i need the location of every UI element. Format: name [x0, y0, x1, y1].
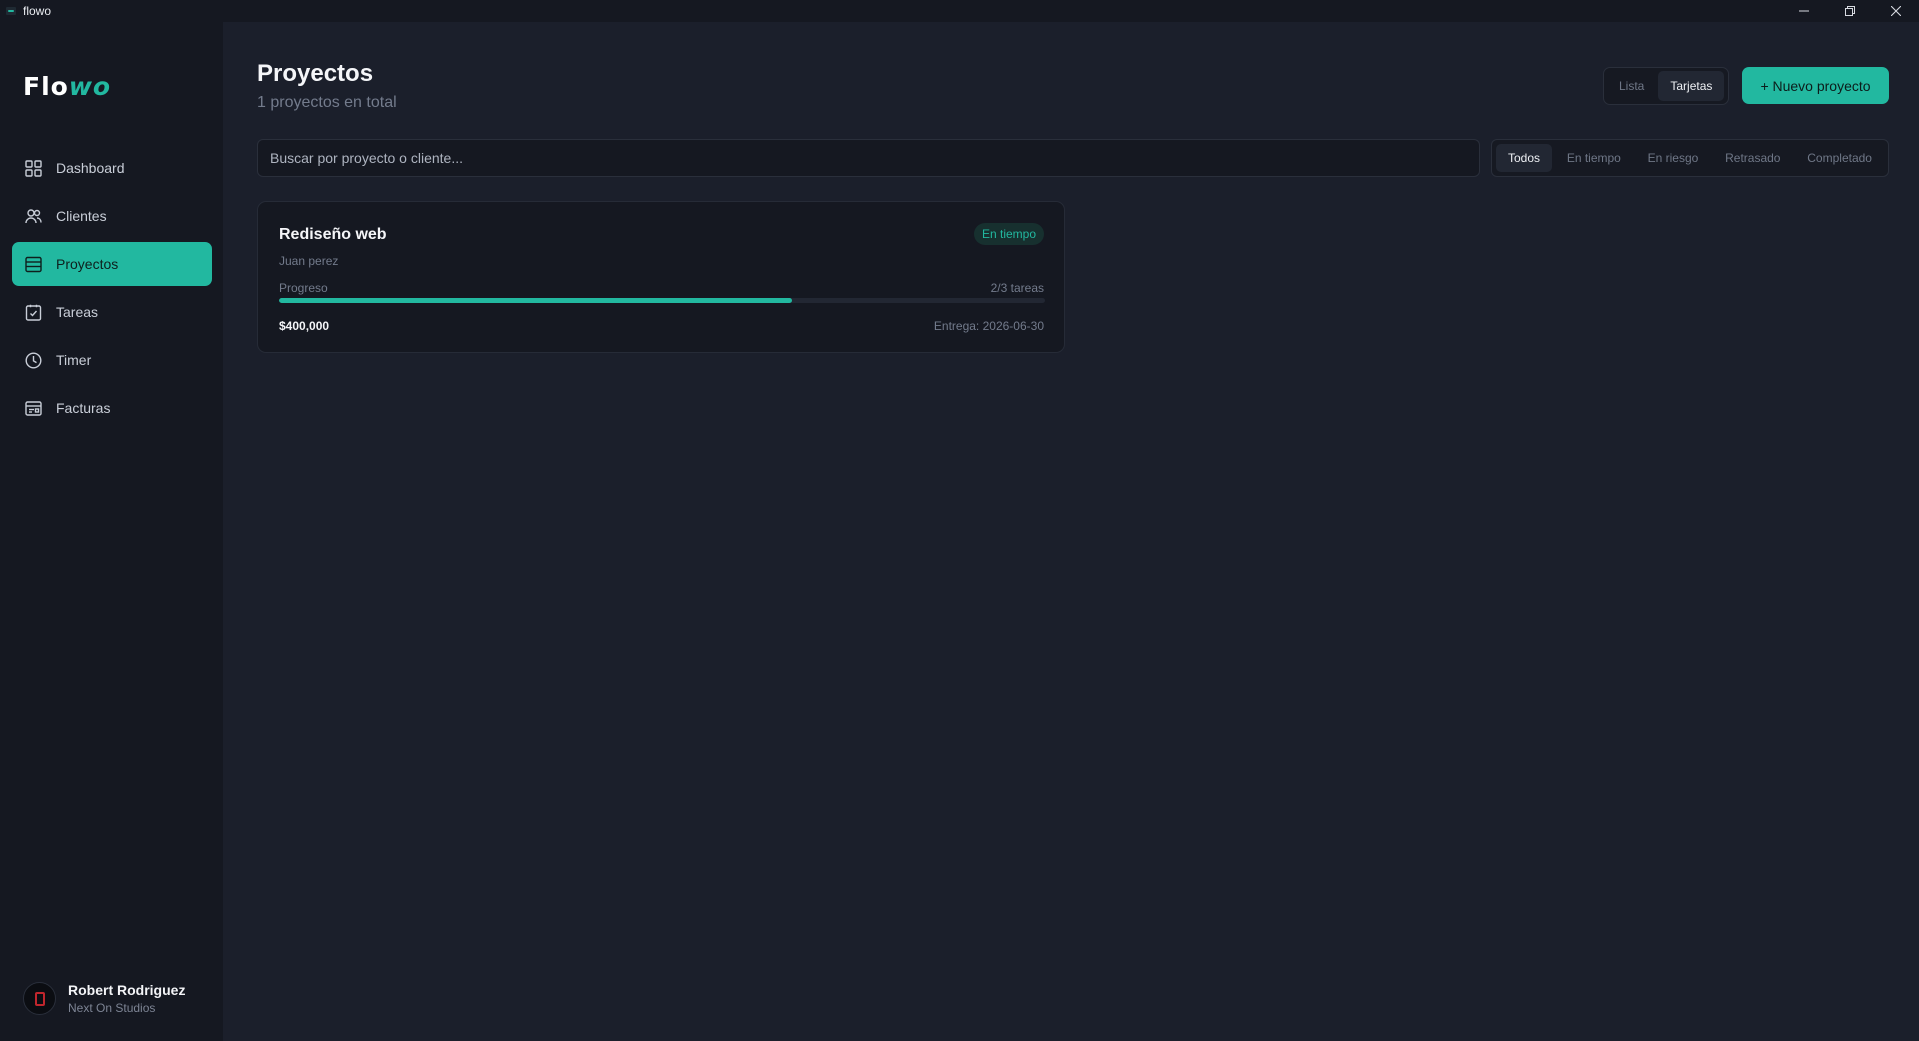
project-client: Juan perez	[279, 254, 339, 268]
view-option-lista[interactable]: Lista	[1607, 71, 1656, 101]
sidebar-nav: Dashboard Clientes Proyectos Tareas Time…	[12, 146, 212, 434]
app-icon	[6, 7, 16, 15]
list-icon	[24, 255, 42, 273]
sidebar-item-label: Clientes	[56, 208, 107, 224]
page-subtitle: 1 proyectos en total	[257, 94, 397, 111]
clipboard-check-icon	[24, 303, 42, 321]
sidebar-item-label: Dashboard	[56, 160, 125, 176]
status-badge: En tiempo	[973, 223, 1044, 245]
close-icon[interactable]	[1873, 0, 1919, 22]
main-content: Proyectos 1 proyectos en total Lista Tar…	[223, 22, 1919, 1041]
view-option-tarjetas[interactable]: Tarjetas	[1658, 71, 1725, 101]
progress-bar	[279, 298, 1045, 303]
view-toggle: Lista Tarjetas	[1603, 67, 1729, 105]
project-amount: $400,000	[279, 319, 330, 333]
status-filter: Todos En tiempo En riesgo Retrasado Comp…	[1491, 139, 1889, 177]
filter-en-tiempo[interactable]: En tiempo	[1555, 144, 1633, 172]
window-titlebar: flowo	[0, 0, 1919, 22]
user-organization: Next On Studios	[68, 1001, 156, 1015]
invoice-icon	[24, 399, 42, 417]
app-logo: Flo wo	[23, 66, 111, 106]
clock-icon	[24, 351, 42, 369]
sidebar-item-tareas[interactable]: Tareas	[12, 290, 212, 334]
users-icon	[24, 207, 42, 225]
grid-icon	[24, 159, 42, 177]
search-input[interactable]	[257, 139, 1480, 177]
sidebar: Flo wo Dashboard Clientes Proyectos Tarea…	[0, 22, 223, 1041]
sidebar-item-label: Timer	[56, 352, 92, 368]
restore-icon[interactable]	[1827, 0, 1873, 22]
progress-label: Progreso	[279, 281, 328, 295]
filter-todos[interactable]: Todos	[1496, 144, 1553, 172]
sidebar-item-label: Tareas	[56, 304, 99, 320]
logo-accent-text: wo	[68, 71, 112, 101]
new-project-button[interactable]: + Nuevo proyecto	[1742, 67, 1889, 104]
sidebar-item-facturas[interactable]: Facturas	[12, 386, 212, 430]
task-count: 2/3 tareas	[990, 281, 1044, 295]
minimize-icon[interactable]	[1781, 0, 1827, 22]
sidebar-item-timer[interactable]: Timer	[12, 338, 212, 382]
user-profile[interactable]: Robert Rodriguez Next On Studios	[23, 982, 185, 1015]
progress-bar-fill	[279, 298, 793, 303]
filter-completado[interactable]: Completado	[1795, 144, 1884, 172]
sidebar-item-label: Facturas	[56, 400, 111, 416]
window-title: flowo	[23, 4, 52, 18]
sidebar-item-clientes[interactable]: Clientes	[12, 194, 212, 238]
filter-en-riesgo[interactable]: En riesgo	[1636, 144, 1711, 172]
project-name: Rediseño web	[279, 226, 387, 243]
sidebar-item-label: Proyectos	[56, 256, 119, 272]
project-card[interactable]: Rediseño web En tiempo Juan perez Progre…	[257, 201, 1065, 353]
logo-text: Flo	[23, 71, 69, 101]
sidebar-item-proyectos[interactable]: Proyectos	[12, 242, 212, 286]
page-title: Proyectos	[257, 60, 374, 87]
user-name: Robert Rodriguez	[68, 982, 186, 998]
avatar	[23, 982, 56, 1015]
filter-retrasado[interactable]: Retrasado	[1713, 144, 1792, 172]
sidebar-item-dashboard[interactable]: Dashboard	[12, 146, 212, 190]
project-due-date: Entrega: 2026-06-30	[933, 319, 1044, 333]
window-controls	[1781, 0, 1919, 22]
